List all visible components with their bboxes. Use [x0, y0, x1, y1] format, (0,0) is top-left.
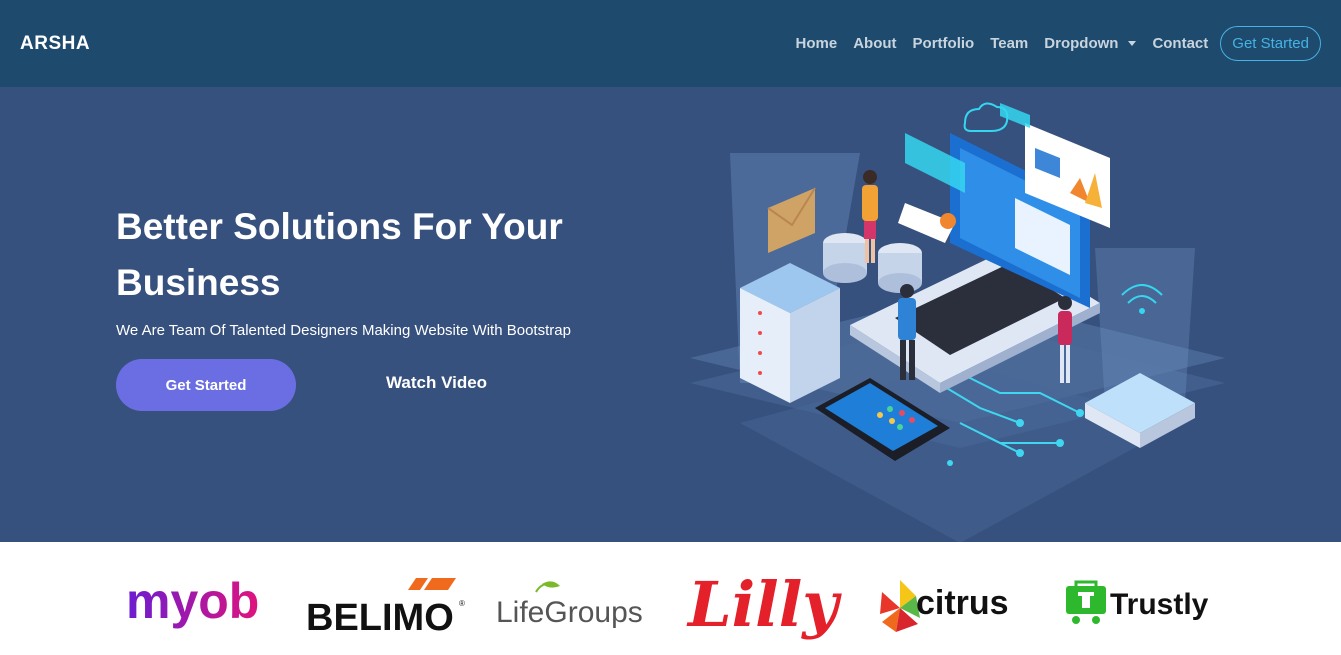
site-logo[interactable]: ARSHA	[20, 33, 90, 55]
client-logo-lilly[interactable]: Lilly	[684, 560, 850, 650]
lifegroups-wordmark: LifeGroups	[496, 596, 643, 629]
main-nav: Home About Portfolio Team Dropdown Conta…	[788, 26, 1321, 61]
client-logo-trustly[interactable]: Trustly	[1064, 578, 1228, 636]
lilly-wordmark: Lilly	[686, 568, 842, 641]
client-logo-citrus[interactable]: citrus	[878, 578, 1038, 636]
client-logo-myob[interactable]: myob	[124, 572, 274, 636]
nav-contact[interactable]: Contact	[1144, 35, 1216, 52]
header-get-started-button[interactable]: Get Started	[1220, 26, 1321, 61]
nav-portfolio[interactable]: Portfolio	[905, 35, 983, 52]
trustly-wordmark: Trustly	[1110, 588, 1209, 621]
nav-about[interactable]: About	[845, 35, 904, 52]
nav-dropdown[interactable]: Dropdown	[1036, 35, 1144, 52]
citrus-wordmark: citrus	[916, 584, 1009, 622]
hero-title: Better Solutions For Your Business	[116, 206, 563, 303]
hero-get-started-button[interactable]: Get Started	[116, 359, 296, 411]
hero-illustration	[690, 102, 1225, 542]
chevron-down-icon	[1128, 41, 1137, 46]
nav-team[interactable]: Team	[982, 35, 1036, 52]
hero-subtitle: We Are Team Of Talented Designers Making…	[116, 322, 571, 339]
client-logo-belimo[interactable]: BELIMO ®	[306, 576, 468, 636]
myob-wordmark: myob	[126, 573, 259, 629]
nav-home[interactable]: Home	[788, 35, 846, 52]
clients-section: myob BELIMO ® LifeGroups Lilly citrus Tr…	[0, 542, 1341, 655]
nav-dropdown-label: Dropdown	[1044, 35, 1119, 52]
watch-video-button[interactable]: Watch Video	[386, 373, 487, 393]
site-header: ARSHA Home About Portfolio Team Dropdown…	[0, 0, 1341, 87]
client-logo-lifegroups[interactable]: LifeGroups	[496, 578, 658, 632]
hero-section: Better Solutions For Your Business We Ar…	[0, 87, 1341, 542]
svg-text:®: ®	[459, 599, 465, 608]
belimo-wordmark: BELIMO	[306, 597, 454, 636]
